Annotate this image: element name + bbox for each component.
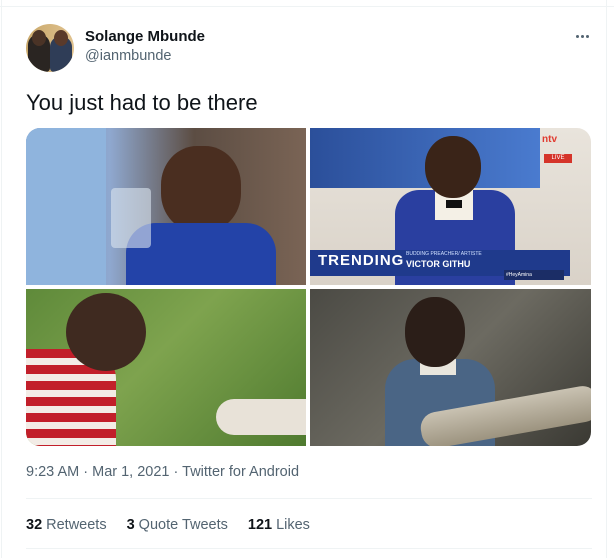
more-horizontal-icon[interactable] bbox=[572, 26, 592, 46]
hashtag-label: #HeyAmina bbox=[504, 270, 564, 280]
quote-tweets-count: 3 bbox=[126, 517, 135, 533]
likes-label: Likes bbox=[276, 517, 310, 533]
retweets-stat[interactable]: 32 Retweets bbox=[26, 517, 107, 533]
media-photo-3[interactable] bbox=[26, 289, 306, 446]
photo-sleeve bbox=[26, 128, 106, 285]
photo-glass bbox=[111, 188, 151, 248]
divider bbox=[26, 498, 592, 499]
tweet-time[interactable]: 9:23 AM bbox=[26, 464, 79, 480]
photo-hand bbox=[216, 399, 306, 435]
meta-separator: · bbox=[83, 464, 89, 480]
media-photo-4[interactable] bbox=[310, 289, 591, 446]
tweet-meta: 9:23 AM · Mar 1, 2021 · Twitter for Andr… bbox=[26, 464, 299, 480]
show-logo: TRENDING bbox=[318, 252, 405, 269]
likes-count: 121 bbox=[247, 517, 273, 533]
photo-child-head bbox=[161, 146, 241, 232]
retweets-count: 32 bbox=[26, 517, 43, 533]
tweet-source[interactable]: Twitter for Android bbox=[182, 464, 299, 480]
quote-tweets-stat[interactable]: 3 Quote Tweets bbox=[127, 517, 228, 533]
tweet-date[interactable]: Mar 1, 2021 bbox=[92, 464, 169, 480]
tweet-stats: 32 Retweets 3 Quote Tweets 121 Likes bbox=[26, 517, 330, 533]
caption-name: VICTOR GITHU bbox=[406, 259, 471, 269]
left-border bbox=[1, 0, 2, 558]
avatar-head-right bbox=[54, 30, 68, 46]
quote-tweets-label: Quote Tweets bbox=[138, 517, 228, 533]
media-photo-2[interactable]: TRENDING BUDDING PREACHER/ ARTISTE VICTO… bbox=[310, 128, 591, 285]
divider bbox=[26, 548, 592, 549]
author-name[interactable]: Solange Mbunde bbox=[85, 28, 205, 45]
avatar-head-left bbox=[32, 30, 46, 46]
author-handle[interactable]: @ianmbunde bbox=[85, 48, 171, 64]
media-grid[interactable]: TRENDING BUDDING PREACHER/ ARTISTE VICTO… bbox=[26, 128, 591, 446]
top-divider bbox=[0, 6, 614, 7]
media-photo-1[interactable] bbox=[26, 128, 306, 285]
caption-top: BUDDING PREACHER/ ARTISTE bbox=[406, 251, 482, 257]
meta-separator: · bbox=[173, 464, 179, 480]
photo-bowtie bbox=[446, 200, 462, 208]
tweet-text: You just had to be there bbox=[26, 90, 258, 115]
photo-child-head bbox=[405, 297, 465, 367]
photo-child-head bbox=[425, 136, 481, 198]
likes-stat[interactable]: 121 Likes bbox=[248, 517, 310, 533]
retweets-label: Retweets bbox=[46, 517, 107, 533]
avatar[interactable] bbox=[26, 24, 74, 72]
tweet-card: Solange Mbunde @ianmbunde You just had t… bbox=[0, 0, 614, 558]
photo-child-head bbox=[66, 293, 146, 371]
live-badge: LIVE bbox=[544, 154, 572, 163]
right-border bbox=[606, 0, 607, 558]
